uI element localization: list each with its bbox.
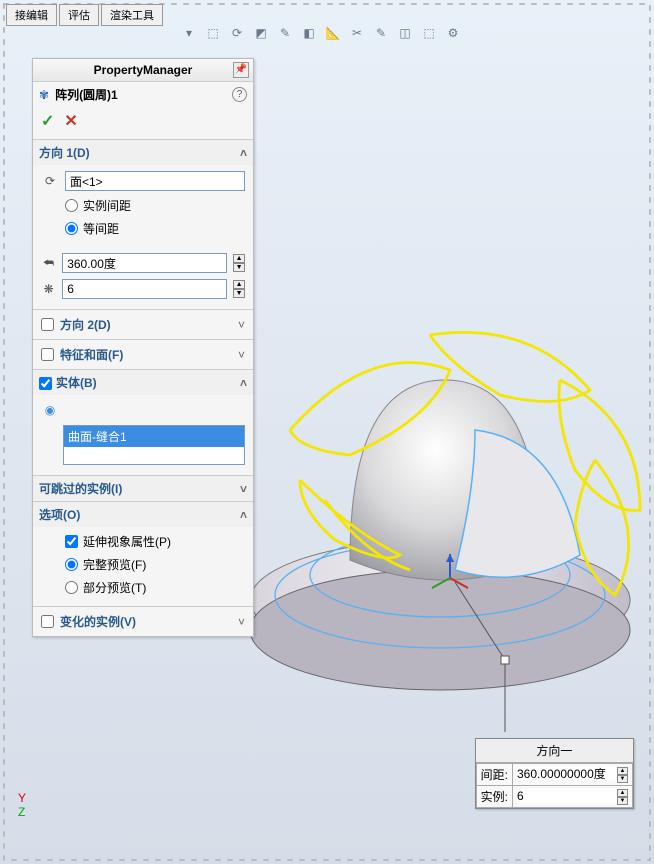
body-icon: ◉ (41, 401, 59, 419)
radio-instance-spacing[interactable] (65, 199, 78, 212)
callout-title: 方向一 (476, 739, 633, 763)
callout-spacing-input[interactable] (517, 766, 617, 780)
help-icon[interactable]: ? (232, 87, 247, 102)
bodies-header[interactable]: 实体(B) ˄ (33, 370, 253, 395)
chevron-up-icon: ˄ (240, 146, 247, 160)
bodies-listbox[interactable]: 曲面-缝合1 (63, 425, 245, 465)
panel-header: PropertyManager 📌 (33, 59, 253, 82)
features-faces-checkbox[interactable] (41, 348, 54, 361)
direction1-header[interactable]: 方向 1(D) ˄ (33, 140, 253, 165)
count-icon: ❋ (41, 280, 56, 298)
callout-instances-input[interactable] (517, 789, 617, 803)
callout-instances-label: 实例: (476, 786, 512, 808)
radio-full-preview[interactable] (65, 558, 78, 571)
bodies-checkbox[interactable] (39, 377, 52, 390)
angle-input[interactable] (62, 253, 227, 273)
angle-spinner[interactable]: ▲▼ (233, 254, 245, 272)
chevron-down-icon: ˅ (240, 482, 247, 496)
ok-button[interactable]: ✓ (41, 111, 54, 131)
chevron-down-icon: ˅ (238, 348, 245, 362)
direction2-checkbox[interactable] (41, 318, 54, 331)
bodies-selected-item[interactable]: 曲面-缝合1 (64, 426, 244, 447)
count-input[interactable] (62, 279, 227, 299)
axis-select-icon[interactable]: ⟳ (41, 172, 59, 190)
callout-spacing-spinner[interactable]: ▲▼ (617, 767, 628, 783)
chevron-up-icon: ˄ (240, 376, 247, 390)
propagate-checkbox[interactable] (65, 535, 78, 548)
vary-instances-checkbox[interactable] (41, 615, 54, 628)
angle-icon: ⮪ (41, 254, 56, 272)
callout-spacing-label: 间距: (476, 764, 512, 786)
circular-pattern-icon: ✾ (39, 88, 49, 102)
chevron-down-icon: ˅ (238, 318, 245, 332)
chevron-up-icon: ˄ (240, 508, 247, 522)
options-header[interactable]: 选项(O) ˄ (33, 502, 253, 527)
property-manager-panel: PropertyManager 📌 ✾ 阵列(圆周)1 ? ✓ ✕ 方向 1(D… (32, 58, 254, 637)
direction-callout[interactable]: 方向一 间距: ▲▼ 实例: ▲▼ (475, 738, 634, 809)
cancel-button[interactable]: ✕ (64, 111, 77, 131)
radio-equal-spacing[interactable] (65, 222, 78, 235)
axis-input[interactable] (65, 171, 245, 191)
callout-instances-spinner[interactable]: ▲▼ (617, 789, 628, 805)
pin-icon[interactable]: 📌 (233, 62, 249, 78)
chevron-down-icon: ˅ (238, 615, 245, 629)
panel-title: PropertyManager (94, 63, 193, 77)
feature-name: 阵列(圆周)1 (55, 86, 118, 103)
skip-instances-header[interactable]: 可跳过的实例(I) ˅ (33, 476, 253, 501)
radio-partial-preview[interactable] (65, 581, 78, 594)
count-spinner[interactable]: ▲▼ (233, 280, 245, 298)
